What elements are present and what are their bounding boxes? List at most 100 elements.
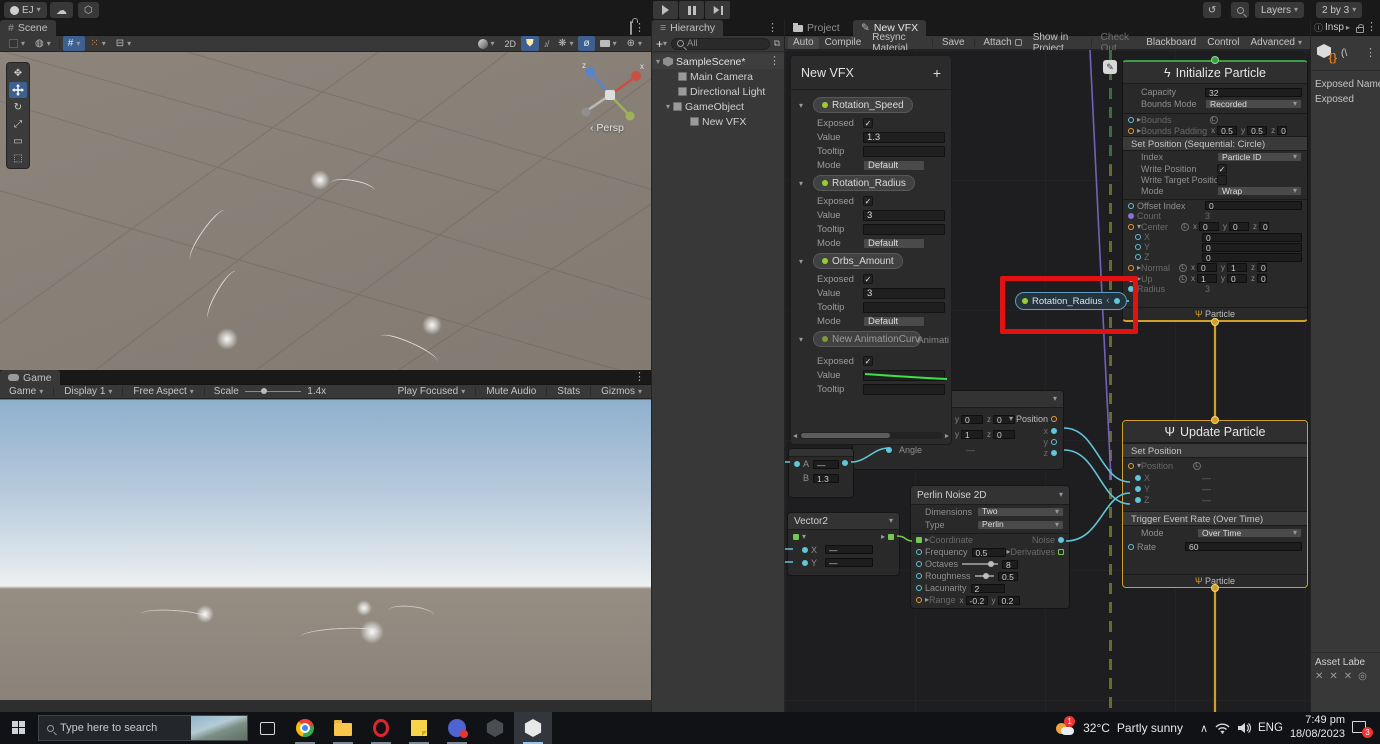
position-z-port[interactable] bbox=[1135, 496, 1141, 503]
derivatives-output-port[interactable] bbox=[1058, 549, 1064, 555]
tab-game[interactable]: Game bbox=[0, 370, 60, 385]
scene-visibility-toggle[interactable]: ø bbox=[578, 36, 595, 51]
play-focused-dropdown[interactable]: Play Focused ▾ bbox=[393, 385, 471, 398]
scene-menu-kebab-icon[interactable]: ⋮ bbox=[634, 23, 645, 34]
node-multiply[interactable]: A — B 1.3 bbox=[788, 448, 854, 498]
layout-dropdown[interactable]: 2 by 3 ▾ bbox=[1316, 2, 1363, 18]
chevron-down-icon[interactable]: ▾ bbox=[799, 180, 803, 188]
play-button[interactable] bbox=[653, 1, 678, 19]
chevron-down-icon[interactable]: ▾ bbox=[1053, 395, 1057, 403]
angle-input-port[interactable] bbox=[886, 447, 892, 453]
center-x-field[interactable]: 0 bbox=[1199, 222, 1220, 231]
inspector-tab-label[interactable]: Insp bbox=[1325, 22, 1344, 33]
range-y-field[interactable]: 0.2 bbox=[997, 595, 1020, 605]
view-tool-button[interactable]: ✥ bbox=[9, 65, 27, 81]
value-field[interactable]: 3 bbox=[863, 210, 945, 221]
attach-button[interactable]: Attach bbox=[978, 36, 1026, 49]
taskbar-app-sticky-notes[interactable] bbox=[400, 712, 438, 744]
position-y-port[interactable] bbox=[1135, 485, 1141, 492]
normal-z-field[interactable]: 0 bbox=[1257, 263, 1268, 272]
move-tool-button[interactable] bbox=[9, 82, 27, 98]
hierarchy-item-new-vfx[interactable]: New VFX bbox=[652, 114, 784, 129]
update-output-flow-anchor[interactable] bbox=[1211, 584, 1219, 592]
vector2-output-port[interactable] bbox=[888, 533, 894, 540]
lacunarity-field[interactable]: 2 bbox=[970, 583, 1005, 593]
spawn-flow-anchor[interactable] bbox=[1211, 56, 1219, 64]
hierarchy-scene-row[interactable]: ▾ SampleScene* ⋮ bbox=[652, 54, 784, 69]
show-hidden-icons-button[interactable]: ∧ bbox=[1200, 722, 1208, 735]
z-field[interactable]: 0 bbox=[1202, 252, 1302, 262]
curve-field[interactable] bbox=[863, 370, 948, 381]
position-x-port[interactable] bbox=[1135, 474, 1141, 481]
undo-history-button[interactable]: ↺ bbox=[1203, 2, 1221, 18]
chevron-down-icon[interactable]: ▾ bbox=[799, 336, 803, 344]
type-dropdown[interactable]: Perlin ▾ bbox=[977, 519, 1064, 530]
mode-dropdown[interactable]: Default bbox=[863, 316, 925, 327]
center-y-field[interactable]: 0 bbox=[1229, 222, 1250, 231]
vfx-graph-canvas[interactable]: ▾ L x0 y0 z0 L x0 y1 z0 Angle — ▾ bbox=[785, 50, 1310, 712]
z-output-port[interactable] bbox=[1051, 449, 1057, 456]
up-x-field[interactable]: 1 bbox=[1197, 274, 1218, 283]
param-orbs-amount[interactable]: Orbs_Amount bbox=[813, 253, 903, 269]
scroll-right-icon[interactable]: ▾ bbox=[942, 433, 951, 437]
account-button[interactable]: EJ ▾ bbox=[4, 2, 47, 18]
exposed-checkbox[interactable]: ✓ bbox=[863, 196, 873, 206]
center-x-port[interactable] bbox=[1135, 234, 1141, 240]
add-parameter-button[interactable]: + bbox=[933, 65, 941, 81]
lacunarity-input-port[interactable] bbox=[916, 585, 922, 591]
range-x-field[interactable]: -0.2 bbox=[965, 595, 988, 605]
offset-index-input-port[interactable] bbox=[1128, 202, 1134, 209]
bp-x-field[interactable]: 0.5 bbox=[1217, 126, 1238, 135]
inspector-kebab-icon[interactable]: ⋮ bbox=[1366, 22, 1377, 33]
auto-compile-toggle[interactable]: Auto bbox=[788, 36, 819, 49]
taskbar-search-input[interactable]: Type here to search bbox=[38, 715, 248, 741]
param-rotation-radius[interactable]: Rotation_Radius bbox=[813, 175, 915, 191]
check-out-button[interactable]: Check Out bbox=[1096, 32, 1140, 54]
start-button[interactable] bbox=[0, 712, 38, 744]
scene-viewport[interactable]: ✥ ↻ ⤢ ▭ ⬚ zx ‹ Persp bbox=[0, 52, 651, 370]
exposed-checkbox[interactable]: ✓ bbox=[863, 118, 873, 128]
save-button[interactable]: Save bbox=[937, 36, 970, 49]
graph-badge-icon[interactable]: ✎ bbox=[1103, 60, 1117, 74]
tab-scene[interactable]: # Scene bbox=[0, 20, 56, 36]
a-input-port[interactable] bbox=[794, 461, 800, 467]
2d-toggle[interactable]: 2D bbox=[500, 36, 522, 51]
exposed-checkbox[interactable]: ✓ bbox=[863, 356, 873, 366]
show-in-project-button[interactable]: Show in Project bbox=[1028, 32, 1087, 54]
scale-tool-button[interactable]: ⤢ bbox=[9, 116, 27, 132]
hierarchy-item-directional-light[interactable]: Directional Light bbox=[652, 84, 784, 99]
mode-dropdown[interactable]: Wrap ▾ bbox=[1217, 186, 1302, 196]
x-field[interactable]: 0 bbox=[1202, 232, 1302, 242]
grid-snap-button[interactable]: # ▾ bbox=[62, 36, 86, 51]
weather-label[interactable]: Partly sunny bbox=[1117, 721, 1183, 735]
control-toggle[interactable]: Control bbox=[1202, 36, 1244, 49]
tooltip-field[interactable] bbox=[863, 146, 945, 157]
asset-bundle-variant-icon[interactable]: ◎ bbox=[1358, 671, 1367, 682]
tab-project[interactable]: Project bbox=[785, 20, 848, 36]
vec-field[interactable]: 1 bbox=[961, 430, 983, 439]
taskbar-app-unity[interactable] bbox=[514, 712, 552, 744]
audio-toggle[interactable]: ♪̸ bbox=[539, 36, 554, 51]
chevron-down-icon[interactable]: ▾ bbox=[1009, 415, 1013, 423]
node-update-particle[interactable]: Ψ Update Particle Set Position ▾ Positio… bbox=[1122, 420, 1308, 588]
scene-orientation-gizmo[interactable]: zx bbox=[570, 60, 650, 130]
normal-x-field[interactable]: 0 bbox=[1197, 263, 1218, 272]
noise-output-port[interactable] bbox=[1058, 537, 1064, 543]
init-output-flow-anchor[interactable] bbox=[1211, 318, 1219, 326]
scale-slider[interactable] bbox=[244, 388, 302, 395]
shading-mode-button[interactable]: ▾ bbox=[473, 36, 500, 51]
vector2-struct-port[interactable] bbox=[793, 533, 799, 540]
center-z-field[interactable]: 0 bbox=[1259, 222, 1270, 231]
node-initialize-particle[interactable]: ϟ Initialize Particle Capacity 32 Bounds… bbox=[1122, 60, 1308, 322]
y-field[interactable]: — bbox=[825, 558, 874, 567]
lighting-toggle[interactable]: ⛊ bbox=[521, 36, 539, 51]
bp-y-field[interactable]: 0.5 bbox=[1247, 126, 1268, 135]
notification-center-button[interactable]: 3 bbox=[1352, 720, 1373, 738]
rate-field[interactable]: 60 bbox=[1185, 542, 1302, 551]
rate-input-port[interactable] bbox=[1128, 543, 1134, 550]
coordinate-input-port[interactable] bbox=[916, 537, 922, 543]
plastic-scm-button[interactable]: ⬡ bbox=[78, 2, 99, 18]
node-vector2[interactable]: Vector2 ▾ ▾ ▸ X — Y — bbox=[787, 512, 900, 576]
scroll-thumb[interactable] bbox=[801, 433, 891, 438]
asset-bundle-icon[interactable]: ✕ bbox=[1329, 671, 1337, 682]
